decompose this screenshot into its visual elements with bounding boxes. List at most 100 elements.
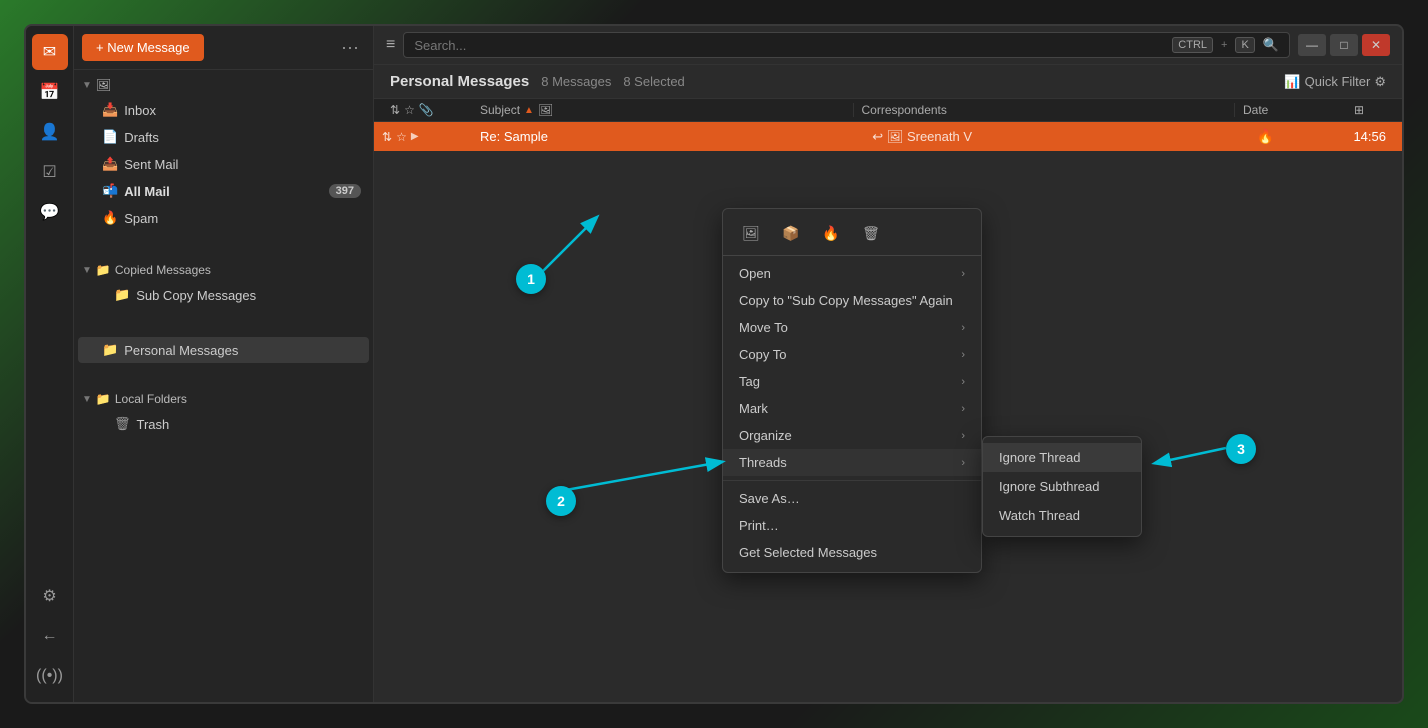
folder-more-button[interactable]: ··· <box>335 35 365 60</box>
col-subject[interactable]: Subject ▲ 🖼 <box>472 103 853 117</box>
ctx-image-icon[interactable]: 🖼 <box>735 219 767 247</box>
subcopy-label: Sub Copy Messages <box>136 288 361 303</box>
subject-label: Subject <box>480 103 520 117</box>
sidebar-icon-panel: ✉ 📅 👤 ☑ 💬 ⚙ ← ((•)) <box>26 26 74 702</box>
personal-icon: 📁 <box>102 342 118 358</box>
ctx-move-to[interactable]: Move To › <box>723 314 981 341</box>
submenu-ignore-thread[interactable]: Ignore Thread <box>983 443 1141 472</box>
ctx-copy-to[interactable]: Copy To › <box>723 341 981 368</box>
settings-icon[interactable]: ⚙ <box>32 578 68 614</box>
local-folders-label: Local Folders <box>115 392 187 406</box>
submenu-ignore-subthread[interactable]: Ignore Subthread <box>983 472 1141 501</box>
col-date[interactable]: Date <box>1234 103 1354 117</box>
subcopy-icon: 📁 <box>114 287 130 303</box>
allmail-label: All Mail <box>124 184 322 199</box>
ctx-threads[interactable]: Threads › <box>723 449 981 476</box>
ctx-tag[interactable]: Tag › <box>723 368 981 395</box>
message-row[interactable]: ⇅ ☆ ▶ Re: Sample ↩ 🖼 Sreenath V 🔥 14:56 <box>374 122 1402 151</box>
chat-icon[interactable]: 💬 <box>32 194 68 230</box>
search-kbd-k: K <box>1235 37 1254 53</box>
trash-label: Trash <box>137 417 361 432</box>
col-last: ⊞ <box>1354 103 1394 117</box>
ctx-open-label: Open <box>739 266 771 281</box>
ctx-get-selected[interactable]: Get Selected Messages <box>723 539 981 566</box>
corr-icon: 🖼 <box>887 129 904 144</box>
row-corr: ↩ 🖼 Sreenath V <box>864 129 1256 145</box>
sidebar-item-trash[interactable]: 🗑 Trash <box>78 411 369 437</box>
corr-reply-icon: ↩ <box>872 129 883 144</box>
ctx-tag-label: Tag <box>739 374 760 389</box>
local-folders-header[interactable]: ▼ 📁 Local Folders <box>74 388 373 410</box>
ctx-save-as[interactable]: Save As… <box>723 485 981 512</box>
row-subject: Re: Sample <box>472 129 864 144</box>
inbox-icon: 📥 <box>102 102 118 118</box>
account-group: ▼ 🖼 📥 Inbox 📄 Drafts 📤 Sent Mail <box>74 74 373 231</box>
sidebar-item-inbox[interactable]: 📥 Inbox <box>78 97 369 123</box>
top-bar: ≡ Search... CTRL + K 🔍 — □ ✕ <box>374 26 1402 65</box>
account-icon: 🖼 <box>96 78 111 92</box>
local-folders-group: ▼ 📁 Local Folders 🗑 Trash <box>74 388 373 437</box>
hamburger-button[interactable]: ≡ <box>386 36 395 54</box>
sidebar-item-drafts[interactable]: 📄 Drafts <box>78 124 369 150</box>
sidebar-item-allmail[interactable]: 📬 All Mail 397 <box>78 178 369 204</box>
row-expand-icon[interactable]: ▶ <box>411 131 419 142</box>
account-group-header[interactable]: ▼ 🖼 <box>74 74 373 96</box>
spam-label: Spam <box>124 211 361 226</box>
ctx-move-to-label: Move To <box>739 320 788 335</box>
message-count: 8 Messages <box>541 74 611 89</box>
ctx-organize[interactable]: Organize › <box>723 422 981 449</box>
column-headers: ⇅ ☆ 📎 Subject ▲ 🖼 Correspondents Date ⊞ <box>374 99 1402 122</box>
correspondents-label: Correspondents <box>862 103 947 117</box>
back-icon[interactable]: ← <box>32 618 68 654</box>
copied-messages-header[interactable]: ▼ 📁 Copied Messages <box>74 259 373 281</box>
ctx-print[interactable]: Print… <box>723 512 981 539</box>
minimize-button[interactable]: — <box>1298 34 1326 56</box>
sidebar-item-subcopy[interactable]: 📁 Sub Copy Messages <box>78 282 369 308</box>
search-plus-icon: + <box>1221 39 1227 51</box>
date-label: Date <box>1243 103 1268 117</box>
col-correspondents[interactable]: Correspondents <box>853 103 1235 117</box>
quick-filter-label: Quick Filter <box>1305 74 1371 89</box>
ctx-trash-icon[interactable]: 🗑 <box>855 219 887 247</box>
filter-pipe-icon: 📊 <box>1284 74 1300 90</box>
search-magnifier-icon[interactable]: 🔍 <box>1263 37 1279 53</box>
sidebar-item-sent[interactable]: 📤 Sent Mail <box>78 151 369 177</box>
maximize-button[interactable]: □ <box>1330 34 1358 56</box>
sent-label: Sent Mail <box>124 157 361 172</box>
ctx-open-arrow: › <box>961 268 965 280</box>
allmail-icon: 📬 <box>102 183 118 199</box>
calendar-icon[interactable]: 📅 <box>32 74 68 110</box>
search-box: Search... CTRL + K 🔍 <box>403 32 1290 58</box>
local-folder-icon: 📁 <box>96 392 111 406</box>
mail-icon[interactable]: ✉ <box>32 34 68 70</box>
ctx-open[interactable]: Open › <box>723 260 981 287</box>
sidebar-item-personal[interactable]: 📁 Personal Messages <box>78 337 369 363</box>
row-thread-icon: ⇅ <box>382 130 392 144</box>
spam-icon: 🔥 <box>102 210 118 226</box>
filter-settings-icon: ⚙ <box>1374 74 1386 90</box>
ctx-copy-again[interactable]: Copy to "Sub Copy Messages" Again <box>723 287 981 314</box>
submenu-watch-thread[interactable]: Watch Thread <box>983 501 1141 530</box>
drafts-icon: 📄 <box>102 129 118 145</box>
folder-panel: + New Message ··· ▼ 🖼 📥 Inbox 📄 Drafts <box>74 26 374 702</box>
sent-icon: 📤 <box>102 156 118 172</box>
threads-submenu: Ignore Thread Ignore Subthread Watch Thr… <box>982 436 1142 537</box>
new-message-button[interactable]: + New Message <box>82 34 204 61</box>
contacts-icon[interactable]: 👤 <box>32 114 68 150</box>
tasks-icon[interactable]: ☑ <box>32 154 68 190</box>
ctx-get-selected-label: Get Selected Messages <box>739 545 877 560</box>
quick-filter-button[interactable]: 📊 Quick Filter ⚙ <box>1284 74 1386 90</box>
ctx-flag-icon[interactable]: 🔥 <box>815 219 847 247</box>
copied-messages-group: ▼ 📁 Copied Messages 📁 Sub Copy Messages <box>74 259 373 308</box>
wifi-icon[interactable]: ((•)) <box>32 658 68 694</box>
row-correspondent: Sreenath V <box>907 129 972 144</box>
ctx-copy-again-label: Copy to "Sub Copy Messages" Again <box>739 293 953 308</box>
sidebar-item-spam[interactable]: 🔥 Spam <box>78 205 369 231</box>
message-list-header: Personal Messages 8 Messages 8 Selected … <box>374 65 1402 99</box>
close-button[interactable]: ✕ <box>1362 34 1390 56</box>
search-kbd-ctrl: CTRL <box>1172 37 1213 53</box>
ctx-archive-icon[interactable]: 📦 <box>775 219 807 247</box>
ctx-tag-arrow: › <box>961 376 965 388</box>
ctx-mark[interactable]: Mark › <box>723 395 981 422</box>
ctx-icon-row: 🖼 📦 🔥 🗑 <box>723 215 981 256</box>
